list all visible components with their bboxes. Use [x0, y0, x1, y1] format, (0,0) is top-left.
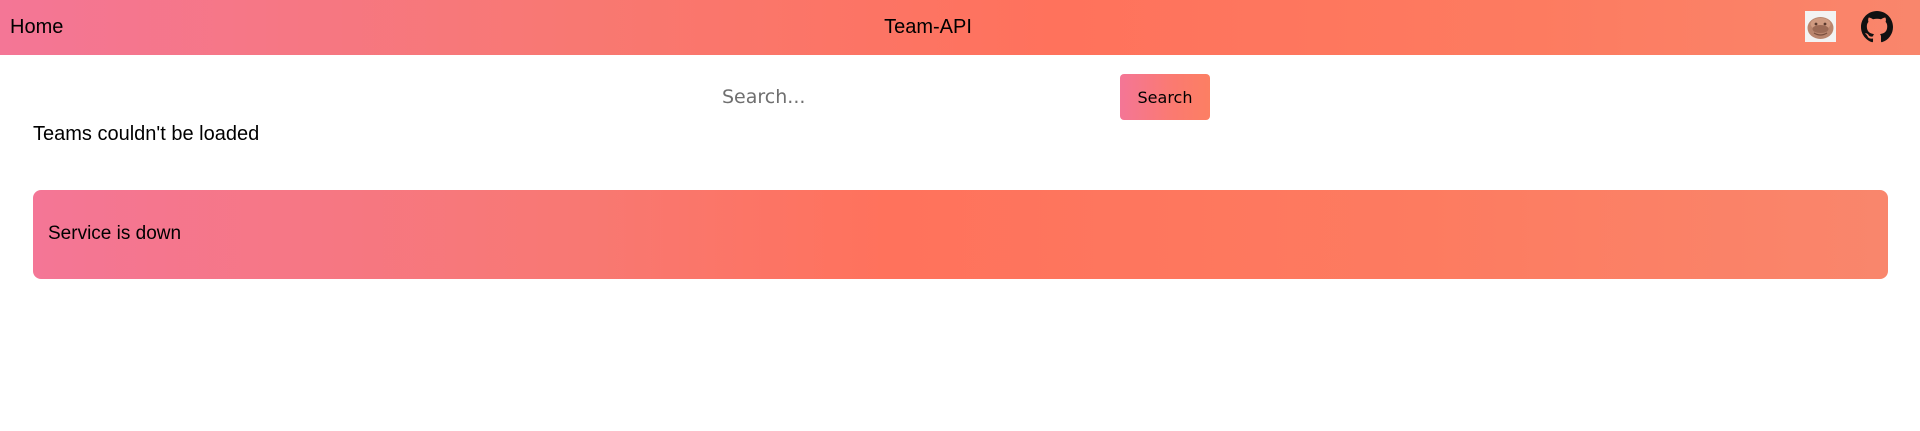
service-alert: Service is down — [33, 190, 1888, 279]
github-link[interactable] — [1861, 11, 1893, 43]
avatar-icon — [1805, 11, 1836, 42]
github-icon — [1861, 11, 1893, 43]
status-message: Teams couldn't be loaded — [33, 123, 260, 145]
search-button[interactable]: Search — [1120, 74, 1210, 120]
alert-message: Service is down — [48, 223, 182, 244]
app-title: Team-API — [884, 16, 972, 38]
avatar[interactable] — [1805, 11, 1836, 42]
navbar: Home Team-API — [0, 0, 1920, 55]
search-input[interactable] — [712, 75, 1112, 119]
